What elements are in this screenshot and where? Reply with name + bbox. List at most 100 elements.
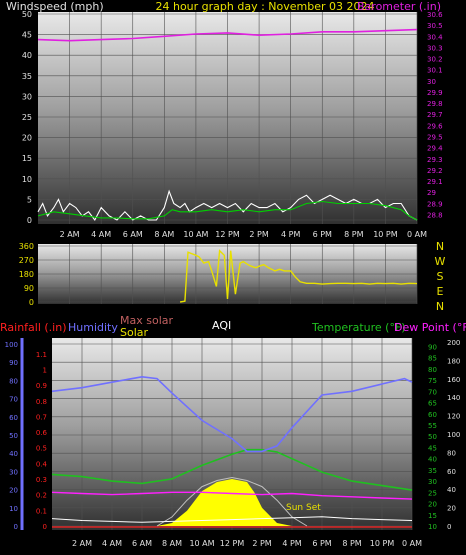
x-tick-label: 6 AM xyxy=(123,230,143,239)
aqi-tick-label: 0 xyxy=(447,523,451,531)
aqi-label: AQI xyxy=(212,319,231,332)
y-left-tick-label: 15 xyxy=(22,154,32,163)
aqi-tick-label: 160 xyxy=(447,376,460,384)
rain-tick-label: 0.7 xyxy=(36,413,47,421)
x-tick-label: 2 PM xyxy=(249,230,268,239)
y-right-tick-label: 28.9 xyxy=(427,200,443,208)
x-tick-label: 8 PM xyxy=(342,539,361,548)
panel-multi-sensor: 010203040506070809010000.10.20.30.40.50.… xyxy=(5,338,460,548)
y-left-tick-label: 25 xyxy=(22,113,32,122)
temperature-tick-label: 10 xyxy=(428,523,437,531)
y-left-tick-label: 20 xyxy=(22,134,32,143)
aqi-tick-label: 60 xyxy=(447,468,456,476)
rain-tick-label: 0.5 xyxy=(36,445,47,453)
x-tick-label: 0 AM xyxy=(407,230,427,239)
y-right-tick-label: 29.4 xyxy=(427,145,443,153)
temperature-tick-label: 75 xyxy=(428,377,437,385)
direction-tick-label: 180 xyxy=(19,270,34,279)
dewpoint-label: Dew Point (°F) xyxy=(394,321,466,334)
y-right-tick-label: 29.9 xyxy=(427,89,443,97)
y-left-tick-label: 5 xyxy=(27,195,32,204)
temperature-tick-label: 30 xyxy=(428,478,437,486)
x-tick-label: 10 AM xyxy=(183,230,208,239)
temperature-tick-label: 25 xyxy=(428,489,437,497)
x-tick-label: 2 PM xyxy=(252,539,271,548)
direction-tick-label: 0 xyxy=(29,298,34,307)
x-tick-label: 8 PM xyxy=(344,230,363,239)
aqi-tick-label: 180 xyxy=(447,357,460,365)
humidity-tick-label: 50 xyxy=(9,432,18,440)
humidity-tick-label: 60 xyxy=(9,414,18,422)
rain-tick-label: 0.1 xyxy=(36,507,47,515)
direction-letter: E xyxy=(437,285,444,298)
y-left-tick-label: 10 xyxy=(22,175,32,184)
x-tick-label: 12 PM xyxy=(215,230,240,239)
x-tick-label: 10 AM xyxy=(189,539,214,548)
temperature-tick-label: 45 xyxy=(428,444,437,452)
temperature-tick-label: 85 xyxy=(428,355,437,363)
y-right-tick-label: 29.3 xyxy=(427,156,443,164)
x-tick-label: 2 AM xyxy=(60,230,80,239)
x-tick-label: 6 AM xyxy=(132,539,152,548)
y-right-tick-label: 29.6 xyxy=(427,122,443,130)
aqi-tick-label: 80 xyxy=(447,449,456,457)
humidity-label: Humidity xyxy=(68,321,118,334)
chart-title: 24 hour graph day : November 03 2024 xyxy=(155,0,374,13)
temperature-tick-label: 50 xyxy=(428,433,437,441)
direction-tick-label: 270 xyxy=(19,256,34,265)
windspeed-label: Windspeed (mph) xyxy=(6,0,104,13)
panel-wind-barometer: 0 5 10 15 20 25 30 35 40 45 50 2 AM 4 AM 6 AM 8 AM 10 A… xyxy=(22,10,443,239)
y-right-tick-label: 30.3 xyxy=(427,44,443,52)
x-tick-label: 4 AM xyxy=(91,230,111,239)
y-right-tick-label: 30.6 xyxy=(427,11,443,19)
y-right-tick-label: 29.8 xyxy=(427,100,443,108)
direction-letter: S xyxy=(437,270,444,283)
direction-tick-label: 360 xyxy=(19,242,34,251)
direction-letter: W xyxy=(435,255,446,268)
y-left-tick-label: 35 xyxy=(22,72,32,81)
y-right-tick-label: 30.1 xyxy=(427,67,443,75)
temperature-tick-label: 15 xyxy=(428,512,437,520)
humidity-tick-label: 40 xyxy=(9,450,18,458)
x-tick-label: 0 AM xyxy=(402,539,422,548)
x-tick-label: 10 PM xyxy=(373,230,398,239)
direction-letter: N xyxy=(436,240,444,253)
temperature-label: Temperature (°F) xyxy=(311,321,406,334)
rain-tick-label: 1 xyxy=(43,366,47,374)
sunset-label: Sun Set xyxy=(286,503,321,513)
x-tick-label: 8 AM xyxy=(162,539,182,548)
aqi-tick-label: 120 xyxy=(447,413,460,421)
humidity-tick-label: 70 xyxy=(9,396,18,404)
rain-tick-label: 0.4 xyxy=(36,460,48,468)
humidity-tick-label: 30 xyxy=(9,468,18,476)
x-tick-label: 12 PM xyxy=(220,539,245,548)
x-tick-label: 8 AM xyxy=(154,230,174,239)
rain-tick-label: 1.1 xyxy=(36,351,47,359)
y-left-tick-label: 45 xyxy=(22,31,32,40)
temperature-tick-label: 35 xyxy=(428,467,437,475)
rainfall-label: Rainfall (.in) xyxy=(0,321,67,334)
humidity-tick-label: 20 xyxy=(9,487,18,495)
aqi-tick-label: 40 xyxy=(447,486,456,494)
aqi-tick-label: 100 xyxy=(447,431,460,439)
aqi-tick-label: 200 xyxy=(447,339,460,347)
rain-tick-label: 0.3 xyxy=(36,476,47,484)
aqi-tick-label: 20 xyxy=(447,505,456,513)
temperature-tick-label: 65 xyxy=(428,400,437,408)
x-tick-label: 4 AM xyxy=(102,539,122,548)
y-right-tick-label: 29.1 xyxy=(427,178,443,186)
rain-tick-label: 0.6 xyxy=(36,429,48,437)
y-left-tick-label: 0 xyxy=(27,216,32,225)
y-right-tick-label: 28.8 xyxy=(427,211,443,219)
temperature-tick-label: 20 xyxy=(428,501,437,509)
humidity-tick-label: 0 xyxy=(14,523,18,531)
y-right-tick-label: 29 xyxy=(427,189,436,197)
aqi-tick-label: 140 xyxy=(447,394,460,402)
humidity-tick-label: 10 xyxy=(9,505,18,513)
direction-letters: NWSEN xyxy=(435,240,446,313)
x-tick-label: 6 PM xyxy=(313,230,332,239)
rain-tick-label: 0.2 xyxy=(36,492,47,500)
x-tick-label: 10 PM xyxy=(370,539,395,548)
x-tick-label: 6 PM xyxy=(312,539,331,548)
y-left-tick-label: 40 xyxy=(22,51,32,60)
